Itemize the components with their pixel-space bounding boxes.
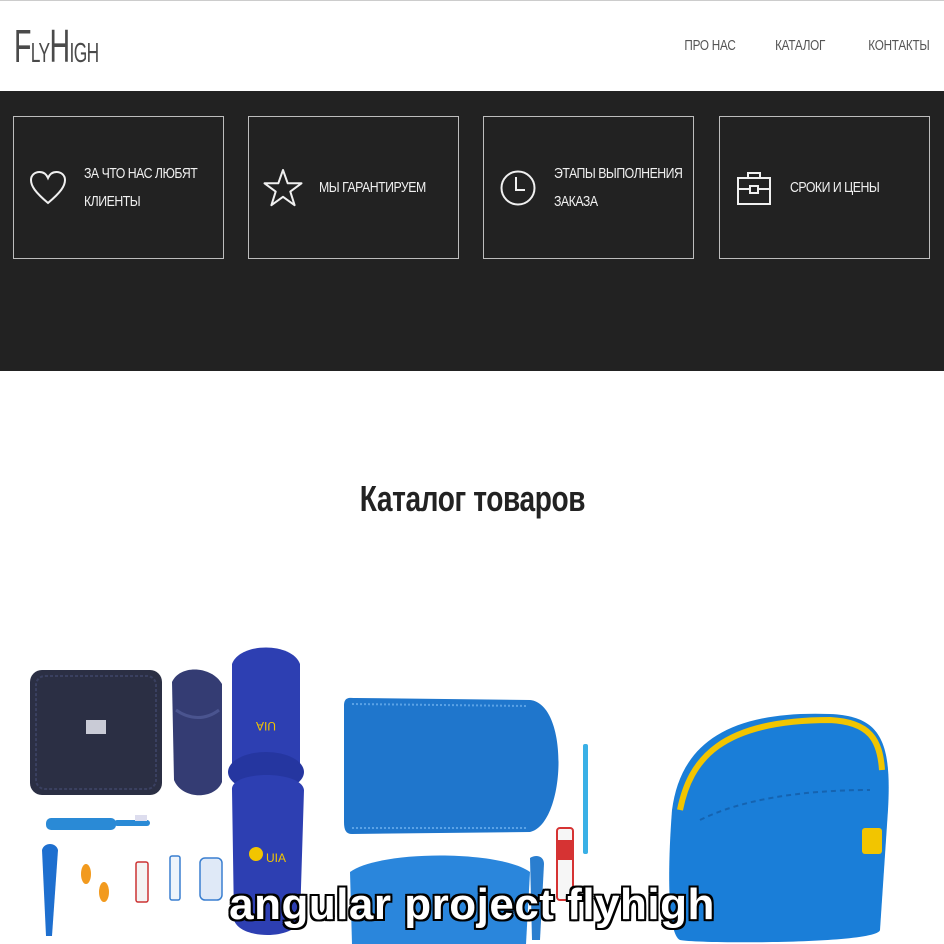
star-icon bbox=[263, 166, 303, 210]
feature-card-prices[interactable]: СРОКИ И ЦЕНЫ bbox=[719, 116, 930, 259]
briefcase-icon bbox=[734, 166, 774, 210]
feature-card-guarantee[interactable]: МЫ ГАРАНТИРУЕМ bbox=[248, 116, 459, 259]
logo[interactable]: FLYHIGH bbox=[14, 19, 99, 73]
nav-link-contacts[interactable]: КОНТАКТЫ bbox=[869, 37, 930, 54]
logo-letters: LY bbox=[30, 37, 50, 68]
nav-link-catalog[interactable]: КАТАЛОГ bbox=[775, 37, 825, 54]
main-nav: ПРО НАС КАТАЛОГ КОНТАКТЫ bbox=[670, 37, 930, 54]
brand-label: UIA bbox=[266, 851, 286, 865]
feature-label: СРОКИ И ЦЕНЫ bbox=[790, 178, 880, 196]
feature-card-stages[interactable]: ЭТАПЫ ВЫПОЛНЕНИЯ ЗАКАЗА bbox=[483, 116, 694, 259]
clock-icon bbox=[498, 166, 538, 210]
features-band: ЗА ЧТО НАС ЛЮБЯТ КЛИЕНТЫ МЫ ГАРАНТИРУЕМ … bbox=[0, 91, 944, 371]
nav-link-about[interactable]: ПРО НАС bbox=[684, 37, 735, 54]
heart-icon bbox=[28, 166, 68, 210]
logo-letter: H bbox=[49, 20, 71, 72]
logo-letter: F bbox=[14, 20, 31, 72]
logo-letters: IGH bbox=[69, 37, 99, 68]
feature-card-love[interactable]: ЗА ЧТО НАС ЛЮБЯТ КЛИЕНТЫ bbox=[13, 116, 224, 259]
feature-label: ЗА ЧТО НАС ЛЮБЯТ КЛИЕНТЫ bbox=[84, 164, 198, 210]
brand-label: UIA bbox=[256, 719, 276, 733]
feature-label: ЭТАПЫ ВЫПОЛНЕНИЯ ЗАКАЗА bbox=[554, 164, 683, 210]
feature-label: МЫ ГАРАНТИРУЕМ bbox=[319, 178, 426, 196]
catalog-title: Каталог товаров bbox=[359, 478, 585, 519]
video-caption: angular project flyhigh bbox=[229, 880, 715, 929]
site-header: FLYHIGH ПРО НАС КАТАЛОГ КОНТАКТЫ bbox=[0, 0, 944, 91]
